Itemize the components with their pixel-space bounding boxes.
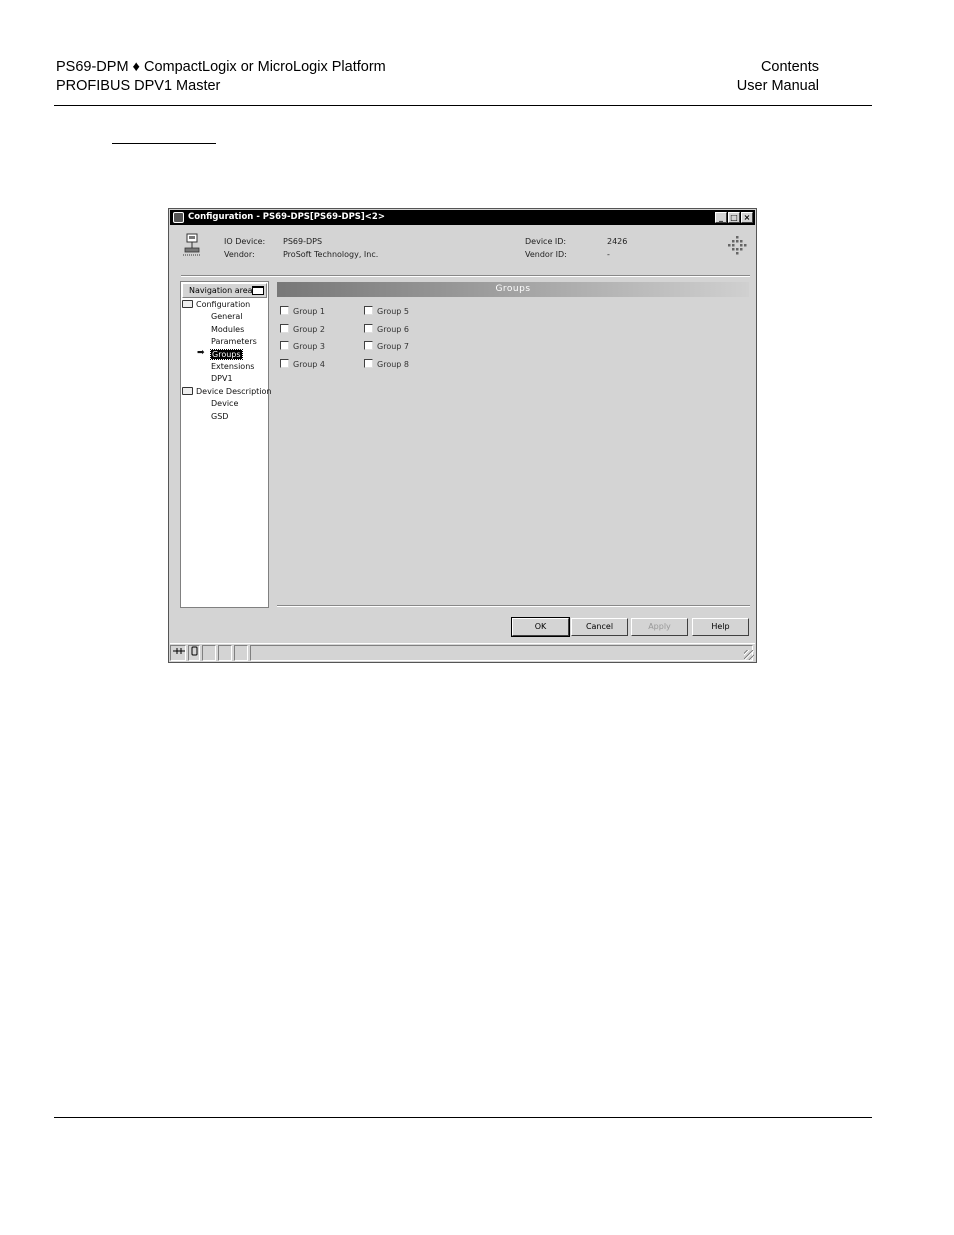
maximize-button[interactable]: □ bbox=[728, 212, 740, 223]
button-separator bbox=[277, 605, 750, 607]
minimize-button[interactable]: _ bbox=[715, 212, 727, 223]
vendor-id-value: - bbox=[607, 250, 610, 259]
group-6-checkbox[interactable]: Group 6 bbox=[364, 323, 409, 335]
folder-icon bbox=[182, 300, 193, 308]
status-cell-1 bbox=[202, 645, 216, 661]
tree-item-configuration[interactable]: Configuration bbox=[182, 299, 250, 311]
checkbox-box bbox=[280, 323, 289, 333]
header-product-subtitle: PROFIBUS DPV1 Master bbox=[56, 78, 221, 94]
page-header-left: PS69-DPM ♦ CompactLogix or MicroLogix Pl… bbox=[56, 58, 386, 96]
group-5-checkbox[interactable]: Group 5 bbox=[364, 306, 409, 317]
group-4-checkbox[interactable]: Group 4 bbox=[280, 358, 325, 370]
status-cell-3 bbox=[234, 645, 248, 661]
tree-item-extensions[interactable]: Extensions bbox=[211, 361, 254, 373]
header-product-title: PS69-DPM ♦ CompactLogix or MicroLogix Pl… bbox=[56, 59, 386, 75]
cancel-button[interactable]: Cancel bbox=[571, 618, 628, 636]
vendor-label: Vendor: bbox=[224, 250, 255, 259]
help-button[interactable]: Help bbox=[692, 618, 749, 636]
arrow-right-icon: ➡ bbox=[197, 348, 205, 358]
footer-rule bbox=[54, 1117, 872, 1118]
vendor-value: ProSoft Technology, Inc. bbox=[283, 250, 379, 259]
group-7-checkbox[interactable]: Group 7 bbox=[364, 341, 409, 352]
tree-item-modules[interactable]: Modules bbox=[211, 324, 244, 336]
navigation-header: Navigation area bbox=[182, 283, 267, 298]
io-device-label: IO Device: bbox=[224, 237, 266, 246]
device-status-icon bbox=[188, 645, 200, 661]
tree-item-device-description[interactable]: Device Description bbox=[182, 386, 271, 398]
checkbox-box bbox=[364, 358, 373, 368]
device-icon bbox=[183, 233, 201, 256]
page-header-right: Contents User Manual bbox=[737, 58, 819, 96]
panel-title-banner: Groups bbox=[277, 282, 749, 297]
io-device-value: PS69-DPS bbox=[283, 237, 323, 246]
device-id-label: Device ID: bbox=[525, 237, 567, 246]
window-controls: _ □ × bbox=[715, 212, 753, 223]
navigation-title: Navigation area bbox=[189, 286, 253, 295]
window-icon[interactable] bbox=[252, 286, 264, 295]
group-1-checkbox[interactable]: Group 1 bbox=[280, 306, 325, 317]
status-cell-main bbox=[250, 645, 753, 661]
close-button[interactable]: × bbox=[741, 212, 753, 223]
tree-item-general[interactable]: General bbox=[211, 311, 243, 323]
navigation-area: Navigation area Configuration General Mo… bbox=[180, 281, 271, 608]
status-bar bbox=[170, 643, 755, 661]
configuration-dialog: Configuration - PS69-DPS[PS69-DPS]<2> _ … bbox=[168, 208, 757, 663]
vendor-id-label: Vendor ID: bbox=[525, 250, 567, 259]
group-2-checkbox[interactable]: Group 2 bbox=[280, 323, 325, 335]
network-status-icon bbox=[170, 645, 186, 661]
checkbox-box bbox=[364, 341, 373, 350]
app-icon bbox=[173, 212, 184, 223]
folder-icon bbox=[182, 386, 193, 395]
header-section: Contents bbox=[760, 59, 819, 75]
resize-grip[interactable] bbox=[744, 650, 754, 660]
short-rule bbox=[112, 143, 216, 144]
device-id-value: 2426 bbox=[607, 237, 628, 246]
ok-button[interactable]: OK bbox=[511, 617, 570, 637]
tree-item-groups[interactable]: Groups bbox=[210, 348, 243, 361]
dialog-titlebar: Configuration - PS69-DPS[PS69-DPS]<2> _ … bbox=[170, 210, 755, 225]
apply-button[interactable]: Apply bbox=[631, 618, 688, 636]
status-cell-2 bbox=[218, 645, 232, 661]
checkbox-box bbox=[280, 341, 289, 350]
tree-item-parameters[interactable]: Parameters bbox=[211, 336, 257, 348]
checkbox-box bbox=[280, 306, 289, 315]
header-rule bbox=[54, 105, 872, 106]
checkbox-box bbox=[364, 323, 373, 333]
dialog-title: Configuration - PS69-DPS[PS69-DPS]<2> bbox=[188, 212, 385, 222]
group-3-checkbox[interactable]: Group 3 bbox=[280, 341, 325, 352]
tree-item-dpv1[interactable]: DPV1 bbox=[211, 373, 233, 385]
tree-item-device[interactable]: Device bbox=[211, 398, 238, 410]
group-8-checkbox[interactable]: Group 8 bbox=[364, 358, 409, 370]
checkbox-box bbox=[280, 358, 289, 368]
info-separator bbox=[181, 275, 750, 277]
checkbox-box bbox=[364, 306, 373, 315]
profibus-logo-icon bbox=[728, 236, 747, 255]
header-doc-type: User Manual bbox=[736, 78, 819, 94]
tree-item-gsd[interactable]: GSD bbox=[211, 411, 228, 423]
